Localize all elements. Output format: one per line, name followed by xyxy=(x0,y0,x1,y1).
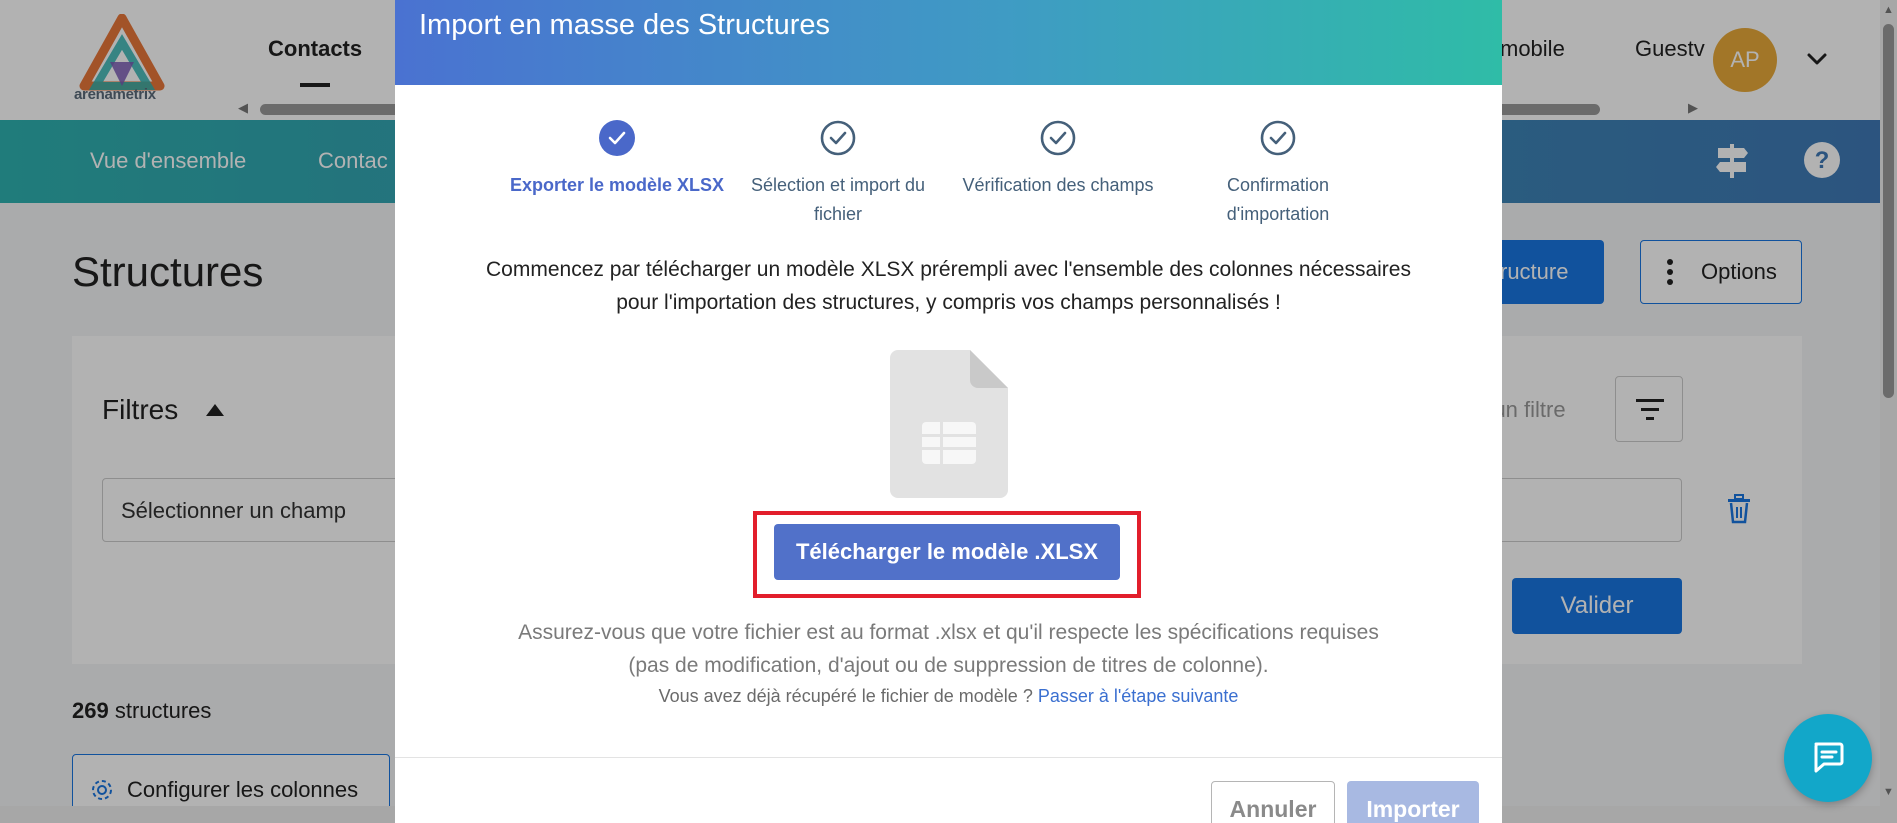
chat-button[interactable] xyxy=(1784,714,1872,802)
modal-title: Import en masse des Structures xyxy=(419,9,830,41)
intro-line: pour l'importation des structures, y com… xyxy=(616,291,1281,314)
modal-footer-divider xyxy=(395,757,1502,758)
import-button[interactable]: Importer xyxy=(1347,781,1479,823)
note-line: (pas de modification, d'ajout ou de supp… xyxy=(628,654,1269,677)
step-label: Vérification des champs xyxy=(962,175,1154,195)
step-verify-fields[interactable]: Vérification des champs xyxy=(948,120,1168,200)
download-template-button[interactable]: Télécharger le modèle .XLSX xyxy=(774,524,1120,580)
spreadsheet-file-icon xyxy=(890,350,1008,498)
skip-line: Vous avez déjà récupéré le fichier de mo… xyxy=(435,686,1462,707)
cancel-button[interactable]: Annuler xyxy=(1211,781,1335,823)
check-circle-icon xyxy=(599,120,635,156)
skip-step-link[interactable]: Passer à l'étape suivante xyxy=(1038,686,1239,706)
modal-header: Import en masse des Structures xyxy=(395,0,1502,85)
check-circle-icon xyxy=(1260,120,1296,156)
import-modal: Import en masse des Structures Exporter … xyxy=(395,0,1502,823)
step-label: Exporter le modèle XLSX xyxy=(509,175,725,195)
check-circle-icon xyxy=(1040,120,1076,156)
skip-text: Vous avez déjà récupéré le fichier de mo… xyxy=(658,686,1038,706)
step-label: Sélection et import du fichier xyxy=(750,175,926,224)
intro-line: Commencez par télécharger un modèle XLSX… xyxy=(486,258,1411,281)
step-select-file[interactable]: Sélection et import du fichier xyxy=(728,120,948,229)
step-label: Confirmation d'importation xyxy=(1226,175,1330,224)
format-note: Assurez-vous que votre fichier est au fo… xyxy=(435,616,1462,682)
step-confirm-import[interactable]: Confirmation d'importation xyxy=(1168,120,1388,229)
intro-text: Commencez par télécharger un modèle XLSX… xyxy=(435,253,1462,319)
note-line: Assurez-vous que votre fichier est au fo… xyxy=(518,621,1379,644)
chat-icon xyxy=(1814,742,1844,773)
check-circle-icon xyxy=(820,120,856,156)
step-export-template[interactable]: Exporter le modèle XLSX xyxy=(507,120,727,200)
